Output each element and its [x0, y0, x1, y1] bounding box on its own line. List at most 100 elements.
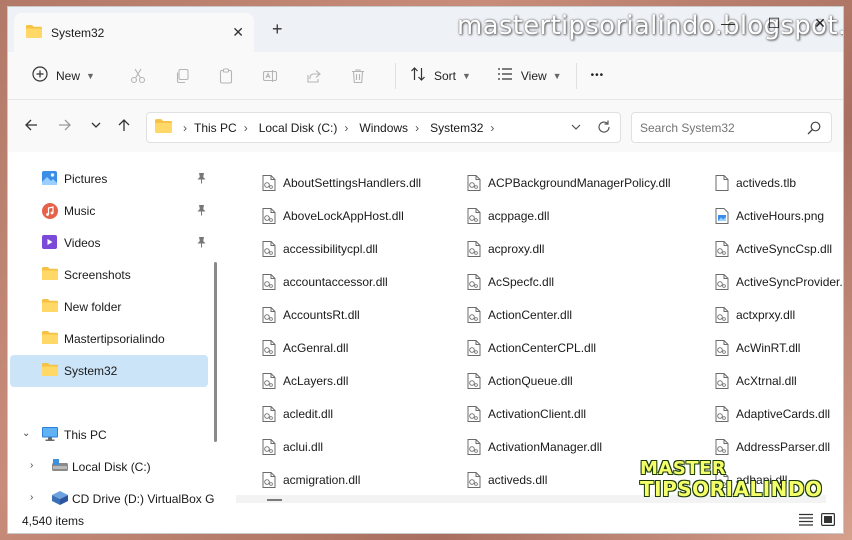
- file-item[interactable]: AcSpecfc.dll: [467, 265, 671, 298]
- file-item[interactable]: ActionQueue.dll: [467, 364, 671, 397]
- search-input[interactable]: [640, 120, 810, 135]
- folder-icon: [26, 24, 42, 41]
- paste-icon[interactable]: [211, 60, 241, 92]
- new-label: New: [56, 68, 81, 83]
- copy-icon[interactable]: [167, 60, 197, 92]
- breadcrumb: ›: [176, 121, 194, 135]
- file-item[interactable]: acppage.dll: [467, 199, 671, 232]
- cut-icon[interactable]: [123, 60, 153, 92]
- file-item[interactable]: AcXtrnal.dll: [715, 364, 843, 397]
- dll-file-icon: [467, 438, 481, 455]
- dll-file-icon: [467, 240, 481, 257]
- new-tab-button[interactable]: +: [272, 19, 283, 40]
- file-item[interactable]: ActiveHours.png: [715, 199, 843, 232]
- minimize-button[interactable]: —: [705, 7, 751, 39]
- address-dropdown-button[interactable]: [570, 121, 582, 136]
- file-name: acppage.dll: [488, 208, 550, 223]
- tab-close-button[interactable]: ✕: [232, 24, 244, 41]
- chevron-down-icon[interactable]: ⌄: [22, 428, 30, 439]
- new-button[interactable]: New ▼: [26, 60, 101, 92]
- file-item[interactable]: aclui.dll: [262, 430, 421, 463]
- nav-item-mastertipsorialindo[interactable]: Mastertipsorialindo: [10, 323, 208, 355]
- delete-icon[interactable]: [343, 60, 373, 92]
- file-name: acledit.dll: [283, 406, 334, 421]
- chevron-right-icon[interactable]: ›: [30, 460, 33, 471]
- rename-icon[interactable]: [255, 60, 285, 92]
- scrollbar-thumb[interactable]: [267, 499, 282, 501]
- forward-button[interactable]: [54, 114, 76, 136]
- tiles-view-icon[interactable]: [821, 513, 836, 529]
- view-button[interactable]: View ▼: [491, 60, 568, 92]
- breadcrumb-item[interactable]: Windows ›: [359, 121, 426, 135]
- nav-item-videos[interactable]: Videos: [10, 227, 208, 259]
- file-item[interactable]: AccountsRt.dll: [262, 298, 421, 331]
- breadcrumb-item[interactable]: This PC ›: [194, 121, 255, 135]
- file-item[interactable]: acledit.dll: [262, 397, 421, 430]
- back-button[interactable]: [20, 114, 42, 136]
- nav-item-pictures[interactable]: Pictures: [10, 163, 208, 195]
- dll-file-icon: [467, 207, 481, 224]
- file-item[interactable]: ActiveSyncProvider.dll: [715, 265, 843, 298]
- file-item[interactable]: accountaccessor.dll: [262, 265, 421, 298]
- command-bar: New ▼ Sort ▼ View ▼ •••: [8, 52, 843, 100]
- file-item[interactable]: accessibilitycpl.dll: [262, 232, 421, 265]
- tab-system32[interactable]: System32 ✕: [14, 13, 254, 52]
- file-item[interactable]: AcWinRT.dll: [715, 331, 843, 364]
- nav-item-this-pc[interactable]: ⌄ This PC: [10, 419, 208, 451]
- share-icon[interactable]: [299, 60, 329, 92]
- more-options-button[interactable]: •••: [585, 60, 611, 92]
- file-item[interactable]: ACPBackgroundManagerPolicy.dll: [467, 166, 671, 199]
- folder-icon: [42, 363, 58, 379]
- chevron-right-icon: ›: [243, 120, 248, 135]
- image-file-icon: [715, 207, 729, 224]
- dll-file-icon: [715, 306, 729, 323]
- nav-scrollbar[interactable]: [214, 262, 217, 442]
- details-view-icon[interactable]: [799, 513, 813, 529]
- view-toggle: [799, 513, 836, 529]
- dll-file-icon: [467, 306, 481, 323]
- file-item[interactable]: ActionCenter.dll: [467, 298, 671, 331]
- dll-file-icon: [467, 174, 481, 191]
- file-item[interactable]: ActionCenterCPL.dll: [467, 331, 671, 364]
- breadcrumb-label: Local Disk (C:): [258, 120, 338, 135]
- breadcrumb-item[interactable]: System32 ›: [430, 121, 501, 135]
- chevron-down-icon: ▼: [86, 70, 95, 81]
- file-item[interactable]: actxprxy.dll: [715, 298, 843, 331]
- file-item[interactable]: ActivationClient.dll: [467, 397, 671, 430]
- file-name: ActionCenter.dll: [488, 307, 573, 322]
- file-item[interactable]: AcGenral.dll: [262, 331, 421, 364]
- nav-item-new-folder[interactable]: New folder: [10, 291, 208, 323]
- address-bar[interactable]: › This PC › Local Disk (C:) › Windows › …: [146, 112, 621, 143]
- search-box[interactable]: [631, 112, 832, 143]
- file-item[interactable]: AdaptiveCards.dll: [715, 397, 843, 430]
- nav-item-music[interactable]: Music: [10, 195, 208, 227]
- sort-button[interactable]: Sort ▼: [404, 60, 477, 92]
- up-button[interactable]: [113, 114, 135, 136]
- nav-item-system32[interactable]: System32: [10, 355, 208, 387]
- file-item[interactable]: acmigration.dll: [262, 463, 421, 496]
- file-name: AcGenral.dll: [283, 340, 349, 355]
- file-name: ActiveSyncCsp.dll: [736, 241, 833, 256]
- close-window-button[interactable]: ✕: [797, 7, 843, 39]
- pictures-icon: [42, 171, 57, 188]
- file-name: ActivationClient.dll: [488, 406, 587, 421]
- maximize-button[interactable]: ☐: [751, 7, 797, 39]
- file-item[interactable]: ActiveSyncCsp.dll: [715, 232, 843, 265]
- folder-icon: [42, 267, 58, 283]
- nav-item-screenshots[interactable]: Screenshots: [10, 259, 208, 291]
- file-item[interactable]: AcLayers.dll: [262, 364, 421, 397]
- file-item[interactable]: acproxy.dll: [467, 232, 671, 265]
- recent-locations-button[interactable]: [85, 114, 107, 136]
- watermark-logo: MASTER TIPSORIALINDO: [640, 458, 823, 500]
- file-name: AboveLockAppHost.dll: [283, 208, 404, 223]
- chevron-right-icon[interactable]: ›: [30, 492, 33, 503]
- file-item[interactable]: AboveLockAppHost.dll: [262, 199, 421, 232]
- breadcrumb-item[interactable]: Local Disk (C:) ›: [259, 121, 356, 135]
- file-name: AcWinRT.dll: [736, 340, 801, 355]
- nav-item-local-disk[interactable]: › Local Disk (C:): [10, 451, 208, 483]
- tab-bar: System32 ✕ + mastertipsorialindo.blogspo…: [8, 7, 843, 52]
- file-item[interactable]: AboutSettingsHandlers.dll: [262, 166, 421, 199]
- file-name: activeds.tlb: [736, 175, 797, 190]
- refresh-button[interactable]: [596, 119, 612, 138]
- file-item[interactable]: activeds.tlb: [715, 166, 843, 199]
